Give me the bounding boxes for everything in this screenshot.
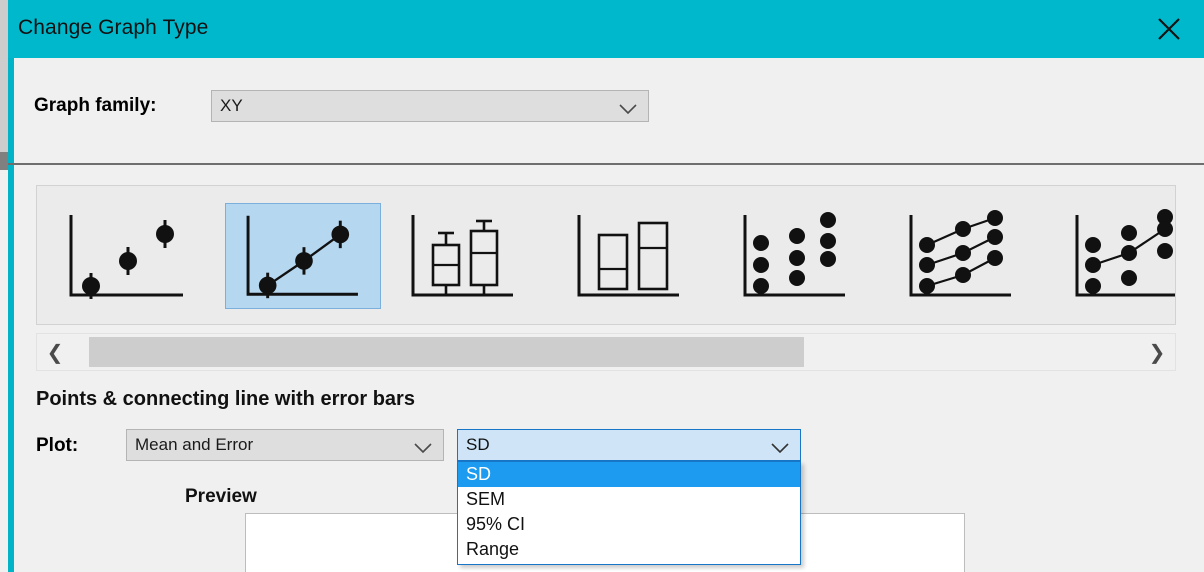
graph-family-value: XY [220,96,243,115]
gallery-item-points-connecting-line-with-error-bars[interactable] [225,203,381,309]
section-divider [8,163,1204,165]
background-scrollbar-thumb[interactable] [0,0,8,152]
plot-value: Mean and Error [135,435,254,454]
change-graph-type-dialog-screen: Change Graph Type Graph family: XY ❮ ❯ P… [0,0,1204,572]
close-icon [1158,18,1180,40]
gallery-scrollbar-track[interactable] [73,337,1137,367]
plot-select[interactable]: Mean and Error [126,429,444,461]
graph-type-gallery[interactable] [36,185,1176,325]
gallery-item-before-after-connected-points[interactable] [889,203,1045,309]
error-type-dropdown-list[interactable]: SD SEM 95% CI Range [457,461,801,565]
graph-type-name: Points & connecting line with error bars [36,388,415,410]
graph-family-select[interactable]: XY [211,90,649,122]
error-type-option-95-ci[interactable]: 95% CI [458,512,800,537]
dialog-title: Change Graph Type [18,16,209,39]
chevron-right-icon[interactable]: ❯ [1139,334,1175,370]
close-button[interactable] [1142,0,1196,58]
gallery-item-floating-bars[interactable] [557,203,713,309]
gallery-item-scatter-dot-plot[interactable] [723,203,879,309]
chevron-down-icon [771,441,789,459]
chevron-down-icon [414,441,432,459]
preview-label: Preview [185,486,257,507]
gallery-scrollbar-thumb[interactable] [89,337,804,367]
background-scrollbar-track-lower [0,170,8,572]
gallery-item-scatter-with-connecting-line[interactable] [1055,203,1175,309]
graph-family-label: Graph family: [34,95,157,116]
accent-stripe [8,58,14,572]
error-type-value: SD [466,435,490,454]
error-type-select[interactable]: SD [457,429,801,461]
dialog-titlebar: Change Graph Type [8,0,1204,58]
chevron-left-icon[interactable]: ❮ [37,334,73,370]
error-type-option-sem[interactable]: SEM [458,487,800,512]
gallery-item-points-with-error-bars[interactable] [49,203,205,309]
gallery-item-box-and-whiskers[interactable] [391,203,547,309]
chevron-down-icon [619,102,637,120]
background-window-scrollbar[interactable] [0,0,8,572]
background-scrollbar-thumb-dark[interactable] [0,152,8,170]
dialog-window: Change Graph Type Graph family: XY ❮ ❯ P… [8,0,1204,572]
gallery-scrollbar[interactable]: ❮ ❯ [36,333,1176,371]
error-type-option-range[interactable]: Range [458,537,800,562]
error-type-option-sd[interactable]: SD [458,462,800,487]
plot-label: Plot: [36,435,79,456]
